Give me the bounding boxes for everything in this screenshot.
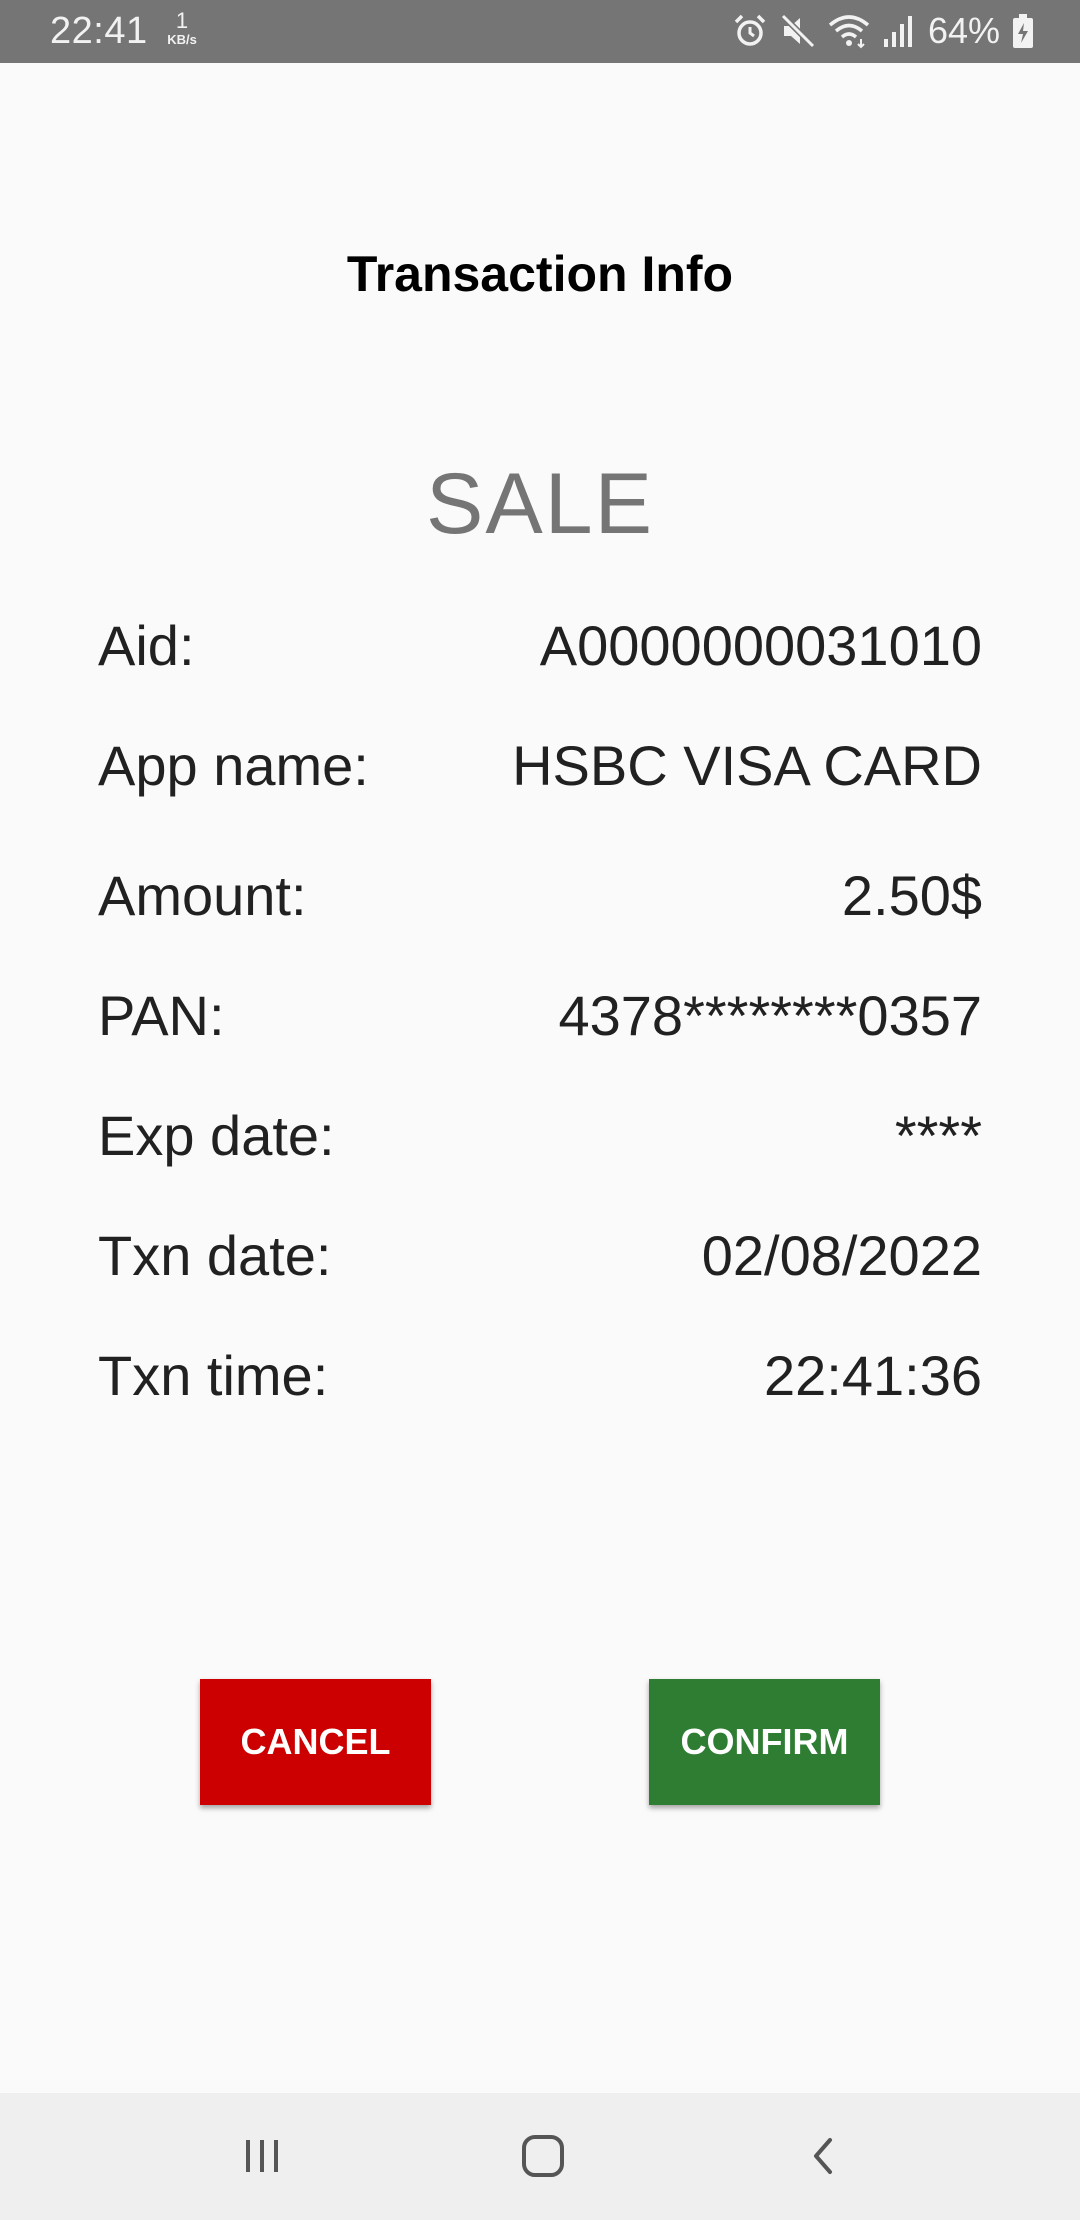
signal-icon (883, 16, 912, 47)
info-row-aid: Aid: A0000000031010 (98, 610, 982, 680)
txn-time-label: Txn time: (98, 1343, 329, 1407)
network-speed-unit: KB/s (167, 32, 197, 47)
status-icons: 64% (732, 10, 1034, 51)
alarm-icon (734, 14, 766, 46)
pan-value: 4378********0357 (558, 983, 983, 1047)
aid-label: Aid: (98, 613, 195, 677)
home-icon (522, 2135, 564, 2177)
txn-date-value: 02/08/2022 (701, 1223, 982, 1287)
home-button[interactable] (503, 2121, 583, 2191)
info-row-txn-date: Txn date: 02/08/2022 (98, 1220, 982, 1290)
exp-date-value: **** (894, 1103, 982, 1167)
back-icon (814, 2138, 832, 2174)
app-name-value: HSBC VISA CARD (512, 733, 982, 797)
wifi-icon (828, 15, 870, 49)
txn-time-value: 22:41:36 (764, 1343, 982, 1407)
screen: 22:41 1 KB/s 64% Transaction Info SALE A… (0, 0, 1080, 2220)
info-row-app-name: App name: HSBC VISA CARD (98, 730, 982, 800)
info-row-amount: Amount: 2.50$ (98, 860, 982, 930)
navigation-bar (0, 2093, 1080, 2220)
aid-value: A0000000031010 (539, 613, 982, 677)
amount-label: Amount: (98, 863, 307, 927)
transaction-type: SALE (426, 456, 654, 552)
network-speed: 1 KB/s (162, 8, 202, 47)
confirm-button[interactable]: CONFIRM (649, 1679, 880, 1805)
pan-label: PAN: (98, 983, 225, 1047)
info-row-pan: PAN: 4378********0357 (98, 980, 982, 1050)
info-row-exp-date: Exp date: **** (98, 1100, 982, 1170)
app-name-label: App name: (98, 733, 369, 797)
network-speed-value: 1 (175, 8, 189, 33)
battery-percent: 64% (927, 10, 1000, 51)
cancel-button[interactable]: CANCEL (200, 1679, 431, 1805)
txn-date-label: Txn date: (98, 1223, 332, 1287)
battery-charging-icon (1013, 14, 1033, 48)
exp-date-label: Exp date: (98, 1103, 335, 1167)
amount-value: 2.50$ (841, 863, 982, 927)
status-time: 22:41 (50, 10, 148, 52)
back-button[interactable] (784, 2121, 864, 2191)
mute-icon (780, 13, 816, 49)
page-title: Transaction Info (346, 246, 734, 302)
info-row-txn-time: Txn time: 22:41:36 (98, 1340, 982, 1410)
status-bar: 22:41 1 KB/s 64% (0, 0, 1080, 63)
recents-button[interactable] (222, 2121, 302, 2191)
recents-icon (246, 2140, 278, 2172)
